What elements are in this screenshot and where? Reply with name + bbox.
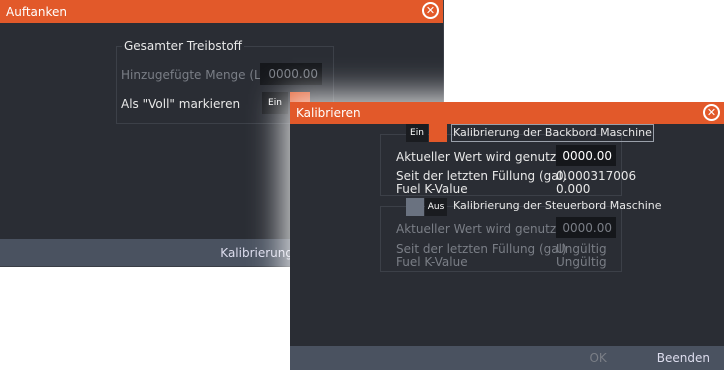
port-title[interactable]: Kalibrierung der Backbord Maschine <box>451 124 654 142</box>
starboard-current-field[interactable]: 0000.00 <box>556 217 616 238</box>
refuel-title: Auftanken <box>6 4 68 19</box>
ok-button[interactable]: OK <box>589 351 606 365</box>
calibrate-footer: OK Beenden <box>290 346 724 370</box>
starboard-toggle[interactable]: Aus <box>425 198 447 216</box>
calibrate-button[interactable]: Kalibrierung <box>220 246 293 260</box>
fuel-group-label: Gesamter Treibstoff <box>122 39 244 53</box>
calibrate-title: Kalibrieren <box>296 106 361 120</box>
port-current-field[interactable]: 0000.00 <box>556 145 616 166</box>
starboard-since-value: Ungültig <box>556 242 607 256</box>
port-kvalue-label: Fuel K-Value <box>396 182 468 196</box>
starboard-kvalue-label: Fuel K-Value <box>396 255 468 269</box>
calibrate-titlebar: Kalibrieren ✕ <box>290 102 724 124</box>
starboard-title[interactable]: Kalibrierung der Steuerbord Maschine <box>453 199 662 212</box>
calibrate-dialog: Kalibrieren ✕ Ein Kalibrierung der Backb… <box>290 102 724 370</box>
starboard-kvalue: Ungültig <box>556 255 607 269</box>
starboard-since-label: Seit der letzten Füllung (gal) <box>396 242 567 256</box>
port-since-value: 0.000317006 <box>556 169 637 183</box>
mark-full-toggle[interactable]: Ein <box>262 92 288 114</box>
port-toggle[interactable]: Ein <box>406 124 428 142</box>
refuel-titlebar: Auftanken ✕ <box>0 0 443 23</box>
port-kvalue: 0.000 <box>556 182 591 196</box>
added-amount-label: Hinzugefügte Menge (L) <box>121 68 266 82</box>
mark-full-label: Als "Voll" markieren <box>121 97 241 111</box>
starboard-toggle-knob[interactable] <box>406 198 424 216</box>
added-amount-field[interactable]: 0000.00 <box>260 63 322 85</box>
close-icon[interactable]: ✕ <box>422 2 439 19</box>
port-since-label: Seit der letzten Füllung (gal) <box>396 169 567 183</box>
port-toggle-knob[interactable] <box>429 124 447 142</box>
exit-button[interactable]: Beenden <box>657 351 710 365</box>
close-icon[interactable]: ✕ <box>703 104 720 121</box>
